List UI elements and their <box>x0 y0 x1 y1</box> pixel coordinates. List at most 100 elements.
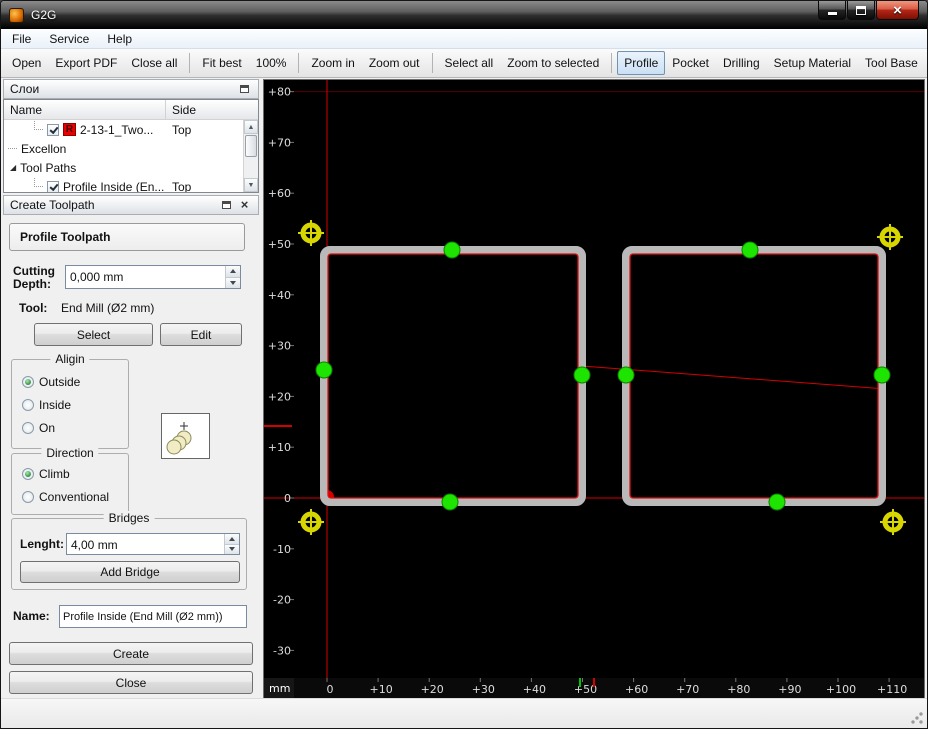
ruler-mark <box>264 425 292 427</box>
toolbar-button-setup-material[interactable]: Setup Material <box>767 51 858 75</box>
y-ruler-label: +50 <box>268 238 291 251</box>
toolpath-dock-titlebar[interactable]: Create Toolpath × <box>3 195 259 215</box>
spin-up-icon[interactable] <box>225 534 239 545</box>
toolbar-separator <box>431 53 433 73</box>
toolbar-button-export-pdf[interactable]: Export PDF <box>48 51 124 75</box>
radio-conventional[interactable]: Conventional <box>22 490 128 504</box>
canvas-area: 0 +10 +20 +30 +40 +50 +60 +70 +80 +90 +100 +110 +80 +… <box>261 78 927 699</box>
radio-inside[interactable]: Inside <box>22 398 128 412</box>
toolpath-dock-float-button[interactable] <box>219 198 234 212</box>
layers-dock-float-button[interactable] <box>237 82 252 96</box>
column-header-name[interactable]: Name <box>4 100 166 119</box>
radio-label: Climb <box>39 467 70 481</box>
spin-down-icon[interactable] <box>226 277 240 288</box>
layers-scrollbar[interactable]: ▲ ▼ <box>243 120 258 192</box>
toolpath-panel: Profile Toolpath Cutting Depth: 0,000 mm… <box>1 215 261 698</box>
radio-on[interactable]: On <box>22 421 128 435</box>
window-title: G2G <box>31 8 57 22</box>
y-ruler-label: -30 <box>273 644 291 657</box>
layer-row[interactable]: ◢ Tool Paths <box>4 158 258 177</box>
scroll-up-icon[interactable]: ▲ <box>244 120 258 134</box>
tool-label: Tool: <box>19 301 48 315</box>
y-ruler-label: -10 <box>273 543 291 556</box>
unit-label: mm <box>269 682 290 695</box>
radio-climb[interactable]: Climb <box>22 467 128 481</box>
align-group: Aligin Outside Inside On <box>11 352 129 449</box>
toolbar-button-zoom-out[interactable]: Zoom out <box>362 51 427 75</box>
toolbar-button-fit-best[interactable]: Fit best <box>195 51 248 75</box>
canvas[interactable]: 0 +10 +20 +30 +40 +50 +60 +70 +80 +90 +100 +110 +80 +… <box>263 79 925 699</box>
x-ruler-label: +110 <box>877 683 907 696</box>
cutting-depth-spinbox[interactable]: 0,000 mm <box>65 265 241 289</box>
minimize-icon <box>827 11 837 15</box>
layers-dock-titlebar[interactable]: Слои <box>3 79 259 99</box>
canvas-viewport[interactable]: 0 +10 +20 +30 +40 +50 +60 +70 +80 +90 +100 +110+80+… <box>264 80 924 698</box>
y-ruler-label: 0 <box>284 492 291 505</box>
menu-help[interactable]: Help <box>98 30 141 48</box>
x-ruler-label: +80 <box>727 683 750 696</box>
edit-tool-button[interactable]: Edit <box>160 323 242 346</box>
toolbar-button-100%[interactable]: 100% <box>249 51 294 75</box>
resize-grip[interactable] <box>910 711 924 725</box>
toolpath-name-label: Name: <box>13 609 50 623</box>
tree-expander-icon[interactable]: ◢ <box>10 163 16 172</box>
profile-cut-line <box>629 253 879 499</box>
radio-checked-icon <box>22 376 34 388</box>
close-panel-button[interactable]: Close <box>9 671 253 694</box>
layer-row[interactable]: Profile Inside (En... Top <box>4 177 258 192</box>
app-icon <box>9 7 24 23</box>
close-button[interactable]: × <box>876 1 919 20</box>
maximize-button[interactable] <box>847 1 875 20</box>
window-controls: × <box>817 1 919 20</box>
layer-row[interactable]: R 2-13-1_Two... Top <box>4 120 258 139</box>
bridge-point <box>443 241 461 259</box>
menu-service[interactable]: Service <box>40 30 98 48</box>
main-area: Слои Name Side R 2-13-1_Two... Top Excellon… <box>1 78 927 699</box>
layer-row[interactable]: Excellon <box>4 139 258 158</box>
create-button[interactable]: Create <box>9 642 253 665</box>
column-header-side[interactable]: Side <box>166 100 258 119</box>
ruler-mark <box>593 678 595 687</box>
toolbar-button-open[interactable]: Open <box>5 51 48 75</box>
radio-label: Inside <box>39 398 72 412</box>
select-tool-button[interactable]: Select <box>34 323 153 346</box>
menu-file[interactable]: File <box>3 30 40 48</box>
toolbar-button-close-all[interactable]: Close all <box>124 51 184 75</box>
toolbar-button-profile[interactable]: Profile <box>617 51 666 75</box>
radio-label: On <box>39 421 56 435</box>
toolbar-button-tool-base[interactable]: Tool Base <box>858 51 925 75</box>
bridge-point <box>617 366 635 384</box>
radio-outside[interactable]: Outside <box>22 375 128 389</box>
app-window: G2G × File Service Help Open Export PDF Cl… <box>0 0 928 729</box>
toolpath-dock-close-button[interactable]: × <box>237 198 252 212</box>
toolbar: Open Export PDF Close all Fit best 100% Zoom … <box>1 49 927 78</box>
scrollbar-track[interactable] <box>244 134 258 178</box>
layer-name: Excellon <box>21 141 67 156</box>
spin-down-icon[interactable] <box>225 544 239 554</box>
toolbar-button-pocket[interactable]: Pocket <box>665 51 716 75</box>
x-ruler-label: +20 <box>421 683 444 696</box>
toolpath-name-input[interactable]: Profile Inside (End Mill (Ø2 mm)) <box>59 605 247 628</box>
spin-up-icon[interactable] <box>226 266 240 278</box>
toolbar-button-zoom-in[interactable]: Zoom in <box>304 51 361 75</box>
toolpath-dock-title: Create Toolpath <box>10 198 95 212</box>
y-ruler-label: +40 <box>268 289 291 302</box>
layer-visibility-checkbox[interactable] <box>47 123 59 136</box>
y-ruler-label: +60 <box>268 187 291 200</box>
align-group-title: Aligin <box>50 352 90 366</box>
cutting-depth-value[interactable]: 0,000 mm <box>66 266 225 288</box>
scrollbar-thumb[interactable] <box>245 135 257 157</box>
bridge-point <box>441 493 459 511</box>
toolbar-button-select-all[interactable]: Select all <box>438 51 501 75</box>
toolbar-button-zoom-to-selected[interactable]: Zoom to selected <box>500 51 606 75</box>
scroll-down-icon[interactable]: ▼ <box>244 178 258 192</box>
minimize-button[interactable] <box>818 1 846 20</box>
toolbar-button-drilling[interactable]: Drilling <box>716 51 767 75</box>
ruler-mark <box>579 678 581 687</box>
bridge-length-spinbox[interactable]: 4,00 mm <box>66 533 240 555</box>
bridge-point <box>768 493 786 511</box>
add-bridge-button[interactable]: Add Bridge <box>20 561 240 583</box>
layer-visibility-checkbox[interactable] <box>47 180 59 192</box>
bridge-length-value[interactable]: 4,00 mm <box>67 534 224 554</box>
titlebar[interactable]: G2G × <box>1 1 927 29</box>
